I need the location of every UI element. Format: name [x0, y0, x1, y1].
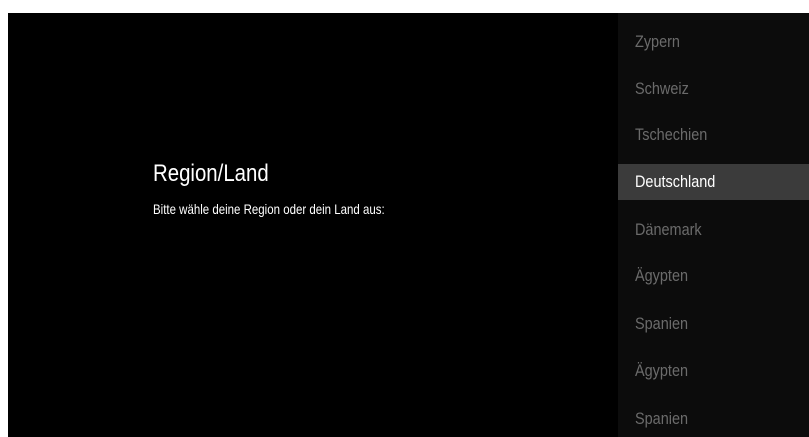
page-title: Region/Land [153, 160, 269, 187]
country-option-deutschland-selected[interactable]: Deutschland [618, 164, 809, 200]
country-option-spanien[interactable]: Spanien [618, 401, 809, 437]
country-option-label: Spanien [635, 314, 689, 333]
page-subtitle: Bitte wähle deine Region oder dein Land … [153, 201, 385, 217]
tv-screen: Region/Land Bitte wähle deine Region ode… [8, 13, 809, 437]
country-option-label: Deutschland [635, 172, 716, 191]
country-option-spanien[interactable]: Spanien [618, 306, 809, 342]
country-option-tschechien[interactable]: Tschechien [618, 117, 809, 153]
country-option-zypern[interactable]: Zypern [618, 24, 809, 60]
country-option-label: Schweiz [635, 79, 689, 98]
country-option-schweiz[interactable]: Schweiz [618, 71, 809, 107]
country-option-label: Dänemark [635, 220, 702, 239]
country-option-aegypten[interactable]: Ägypten [618, 353, 809, 389]
country-option-label: Ägypten [635, 266, 689, 285]
country-option-aegypten[interactable]: Ägypten [618, 258, 809, 294]
country-option-label: Ägypten [635, 361, 689, 380]
country-option-label: Tschechien [635, 125, 708, 144]
country-option-daenemark[interactable]: Dänemark [618, 212, 809, 248]
country-option-label: Zypern [635, 32, 680, 51]
country-list-panel: Zypern Schweiz Tschechien Deutschland Dä… [618, 13, 809, 437]
country-option-label: Spanien [635, 409, 689, 428]
region-prompt-panel: Region/Land Bitte wähle deine Region ode… [8, 13, 618, 437]
